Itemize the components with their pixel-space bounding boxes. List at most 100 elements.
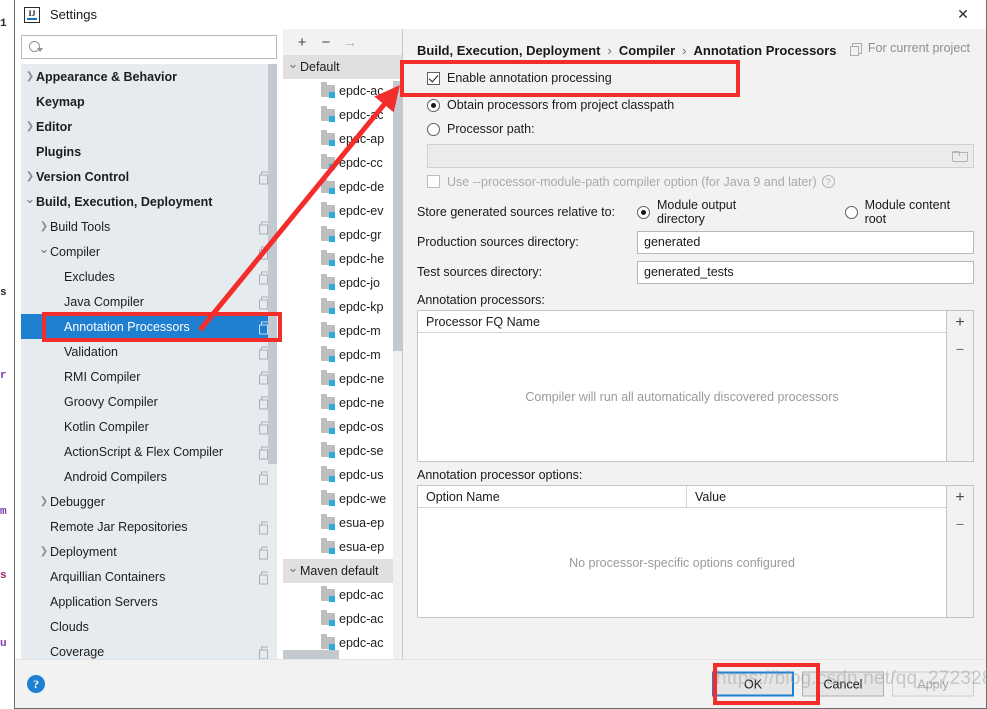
help-icon[interactable]: ? [27, 675, 45, 693]
module-list-item[interactable]: epdc-ac [283, 583, 402, 607]
sidebar-item-deployment[interactable]: ❯ Deployment [21, 539, 277, 564]
sidebar-item-validation[interactable]: Validation [21, 339, 277, 364]
module-list-item[interactable]: epdc-ac [283, 79, 402, 103]
module-list-item[interactable]: epdc-ac [283, 607, 402, 631]
sidebar-item-groovy-compiler[interactable]: Groovy Compiler [21, 389, 277, 414]
column-header-option-name[interactable]: Option Name [418, 486, 686, 507]
module-list-item[interactable]: epdc-kp [283, 295, 402, 319]
module-list-item[interactable]: epdc-m [283, 319, 402, 343]
module-content-root-radio[interactable] [844, 205, 858, 219]
add-processor-button[interactable]: + [948, 312, 972, 334]
sidebar-item-coverage[interactable]: Coverage [21, 639, 277, 659]
tree-scrollbar[interactable] [268, 64, 277, 659]
module-scrollbar[interactable] [393, 81, 402, 659]
add-module-button[interactable]: + [291, 31, 313, 53]
add-option-button[interactable]: + [948, 487, 972, 509]
chevron-right-icon[interactable]: ❯ [24, 121, 36, 132]
tree-scrollbar-thumb[interactable] [268, 64, 277, 464]
annotation-processor-options-table[interactable]: Option Name Value No processor-specific … [417, 485, 947, 618]
chevron-down-icon[interactable]: ⌄ [38, 242, 50, 255]
column-header-value[interactable]: Value [686, 486, 946, 507]
processor-path-row[interactable]: Processor path: [417, 117, 974, 141]
sidebar-item-android-compilers[interactable]: Android Compilers [21, 464, 277, 489]
chevron-down-icon[interactable]: ⌄ [24, 192, 36, 205]
sidebar-item-compiler[interactable]: ⌄ Compiler [21, 239, 277, 264]
sidebar-item-build-tools[interactable]: ❯ Build Tools [21, 214, 277, 239]
module-list-item[interactable]: epdc-ap [283, 127, 402, 151]
sidebar-item-rmi-compiler[interactable]: RMI Compiler [21, 364, 277, 389]
settings-tree[interactable]: ❯ Appearance & Behavior Keymap ❯ Editor Plu… [21, 64, 277, 659]
remove-option-button[interactable]: − [948, 513, 972, 535]
module-output-directory-radio[interactable] [637, 205, 650, 219]
obtain-from-classpath-row[interactable]: Obtain processors from project classpath [417, 93, 974, 117]
chevron-right-icon[interactable]: ❯ [24, 171, 36, 182]
module-list-item[interactable]: esua-ep [283, 535, 402, 559]
search-input[interactable] [21, 35, 277, 59]
close-icon[interactable]: ✕ [940, 0, 986, 29]
processor-path-input[interactable] [427, 144, 974, 168]
remove-processor-button[interactable]: − [948, 338, 972, 360]
module-list-item[interactable]: epdc-se [283, 439, 402, 463]
chevron-down-icon[interactable]: ⌄ [286, 56, 300, 72]
sidebar-item-kotlin-compiler[interactable]: Kotlin Compiler [21, 414, 277, 439]
sidebar-item-build-execution-deployment[interactable]: ⌄ Build, Execution, Deployment [21, 189, 277, 214]
apply-button[interactable]: Apply [892, 671, 974, 697]
folder-icon[interactable] [952, 150, 968, 162]
processor-module-path-checkbox[interactable] [427, 175, 440, 188]
dialog-body: ❯ Appearance & Behavior Keymap ❯ Editor Plu… [15, 29, 986, 659]
sidebar-item-debugger[interactable]: ❯ Debugger [21, 489, 277, 514]
module-list[interactable]: ⌄ Default epdc-ac epdc-ac epdc-ap epdc-cc epdc… [283, 55, 402, 659]
sidebar-item-excludes[interactable]: Excludes [21, 264, 277, 289]
sidebar-item-remote-jar-repositories[interactable]: Remote Jar Repositories [21, 514, 277, 539]
chevron-down-icon[interactable]: ⌄ [286, 560, 300, 576]
enable-annotation-processing-checkbox[interactable] [427, 71, 440, 85]
module-list-item[interactable]: epdc-jo [283, 271, 402, 295]
module-list-item[interactable]: epdc-he [283, 247, 402, 271]
sidebar-item-keymap[interactable]: Keymap [21, 89, 277, 114]
processor-path-radio[interactable] [427, 122, 440, 136]
test-sources-input[interactable]: generated_tests [637, 260, 974, 284]
sidebar-item-clouds[interactable]: Clouds [21, 614, 277, 639]
module-list-item[interactable]: epdc-de [283, 175, 402, 199]
sidebar-item-appearance-behavior[interactable]: ❯ Appearance & Behavior [21, 64, 277, 89]
sidebar-item-application-servers[interactable]: Application Servers [21, 589, 277, 614]
sidebar-item-version-control[interactable]: ❯ Version Control [21, 164, 277, 189]
module-hscrollbar[interactable] [283, 650, 339, 659]
cancel-button[interactable]: Cancel [802, 671, 884, 697]
module-list-item[interactable]: epdc-ne [283, 391, 402, 415]
module-list-item[interactable]: epdc-ac [283, 103, 402, 127]
module-list-item[interactable]: esua-ep [283, 511, 402, 535]
chevron-right-icon[interactable]: ❯ [38, 546, 50, 557]
sidebar-item-actionscript-flex-compiler[interactable]: ActionScript & Flex Compiler [21, 439, 277, 464]
production-sources-input[interactable]: generated [637, 230, 974, 254]
sidebar-item-plugins[interactable]: Plugins [21, 139, 277, 164]
ok-button[interactable]: OK [712, 671, 794, 697]
module-list-item[interactable]: epdc-us [283, 463, 402, 487]
sidebar-item-editor[interactable]: ❯ Editor [21, 114, 277, 139]
help-icon[interactable]: ? [821, 175, 835, 188]
module-list-item[interactable]: epdc-cc [283, 151, 402, 175]
sidebar-item-label: Android Compilers [64, 469, 167, 484]
module-list-item[interactable]: epdc-ev [283, 199, 402, 223]
sidebar-item-annotation-processors[interactable]: Annotation Processors [21, 314, 277, 339]
module-group-header[interactable]: ⌄ Default [283, 55, 402, 79]
obtain-from-classpath-radio[interactable] [427, 98, 440, 112]
module-group-header[interactable]: ⌄ Maven default [283, 559, 402, 583]
column-header-processor-fq-name[interactable]: Processor FQ Name [418, 311, 946, 332]
chevron-right-icon[interactable]: ❯ [38, 221, 50, 232]
module-list-item[interactable]: epdc-gr [283, 223, 402, 247]
enable-annotation-processing-row[interactable]: Enable annotation processing [417, 63, 974, 93]
module-list-item[interactable]: epdc-ne [283, 367, 402, 391]
chevron-right-icon[interactable]: ❯ [38, 496, 50, 507]
module-list-item[interactable]: epdc-os [283, 415, 402, 439]
remove-module-button[interactable]: − [315, 31, 337, 53]
module-list-item[interactable]: epdc-m [283, 343, 402, 367]
move-module-button[interactable]: → [339, 31, 361, 53]
processor-module-path-row[interactable]: Use --processor-module-path compiler opt… [417, 170, 974, 193]
chevron-right-icon[interactable]: ❯ [24, 71, 36, 82]
sidebar-item-arquillian-containers[interactable]: Arquillian Containers [21, 564, 277, 589]
module-scrollbar-thumb[interactable] [393, 81, 402, 351]
annotation-processors-table[interactable]: Processor FQ Name Compiler will run all … [417, 310, 947, 462]
module-list-item[interactable]: epdc-we [283, 487, 402, 511]
sidebar-item-java-compiler[interactable]: Java Compiler [21, 289, 277, 314]
